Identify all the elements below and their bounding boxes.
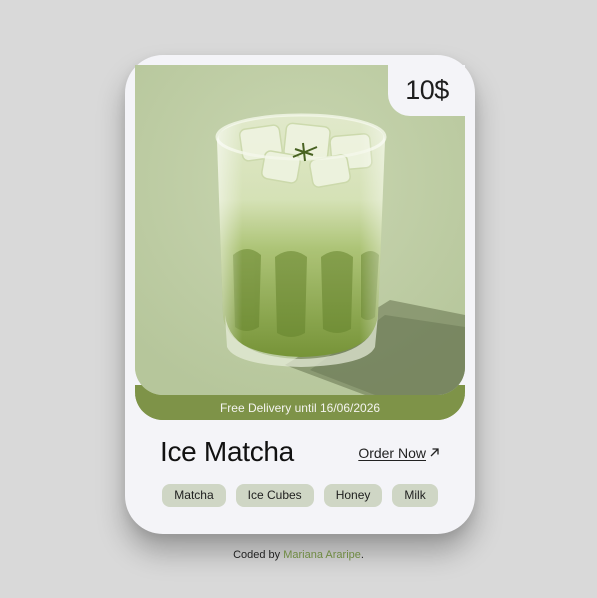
page: Free Delivery until 16/06/2026 10$ Ice M… <box>0 0 597 598</box>
tag-milk: Milk <box>392 484 438 507</box>
price-tag: 10$ <box>388 65 465 116</box>
product-card: Free Delivery until 16/06/2026 10$ Ice M… <box>125 55 475 534</box>
price-value: 10$ <box>405 74 449 105</box>
footer-credit: Coded by Mariana Araripe. <box>0 549 597 561</box>
product-image: 10$ <box>135 65 465 395</box>
order-now-label: Order Now <box>358 445 426 461</box>
tag-honey: Honey <box>323 484 383 507</box>
tag-matcha: Matcha <box>162 484 226 507</box>
delivery-banner: Free Delivery until 16/06/2026 <box>135 395 465 420</box>
arrow-up-right-icon <box>429 446 440 461</box>
order-now-link[interactable]: Order Now <box>358 445 440 461</box>
product-name: Ice Matcha <box>160 436 294 467</box>
ingredient-tags: Matcha Ice Cubes Honey Milk <box>125 484 475 507</box>
footer-suffix: . <box>360 549 364 561</box>
tag-ice-cubes: Ice Cubes <box>235 484 314 507</box>
author-link[interactable]: Mariana Araripe <box>283 549 361 561</box>
footer-prefix: Coded by <box>233 549 284 561</box>
